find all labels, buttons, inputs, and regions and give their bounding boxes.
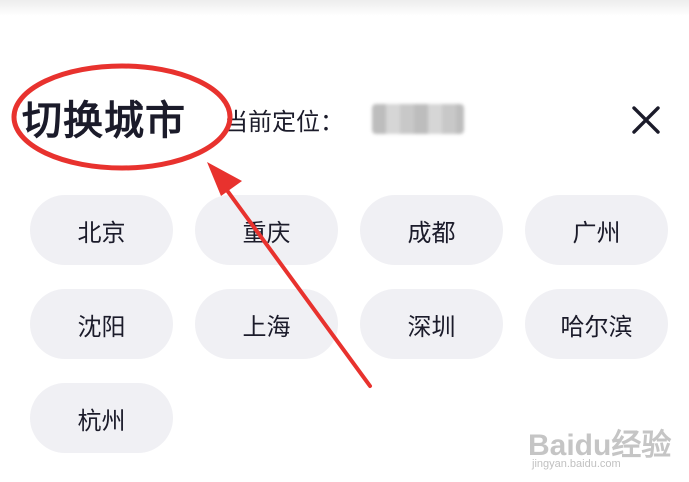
city-chip-beijing[interactable]: 北京 bbox=[30, 195, 173, 265]
city-chip-shanghai[interactable]: 上海 bbox=[195, 289, 338, 359]
city-chip-shenyang[interactable]: 沈阳 bbox=[30, 289, 173, 359]
page-title: 切换城市 bbox=[22, 98, 186, 144]
city-chip-guangzhou[interactable]: 广州 bbox=[525, 195, 668, 265]
city-chip-chongqing[interactable]: 重庆 bbox=[195, 195, 338, 265]
watermark-url: jingyan.baidu.com bbox=[532, 458, 621, 470]
city-chip-shenzhen[interactable]: 深圳 bbox=[360, 289, 503, 359]
city-chip-chengdu[interactable]: 成都 bbox=[360, 195, 503, 265]
city-grid: 北京 重庆 成都 广州 沈阳 上海 深圳 哈尔滨 杭州 bbox=[30, 195, 668, 453]
top-shadow-bar bbox=[0, 0, 689, 16]
city-chip-hangzhou[interactable]: 杭州 bbox=[30, 383, 173, 453]
baidu-watermark: Baidu经验 jingyan.baidu.com bbox=[528, 420, 678, 476]
city-chip-harbin[interactable]: 哈尔滨 bbox=[525, 289, 668, 359]
current-location-value-blurred bbox=[372, 104, 464, 134]
annotation-arrow-head bbox=[207, 162, 242, 196]
current-location-label: 当前定位： bbox=[224, 108, 344, 136]
close-button[interactable] bbox=[626, 100, 666, 140]
close-icon bbox=[632, 106, 660, 134]
